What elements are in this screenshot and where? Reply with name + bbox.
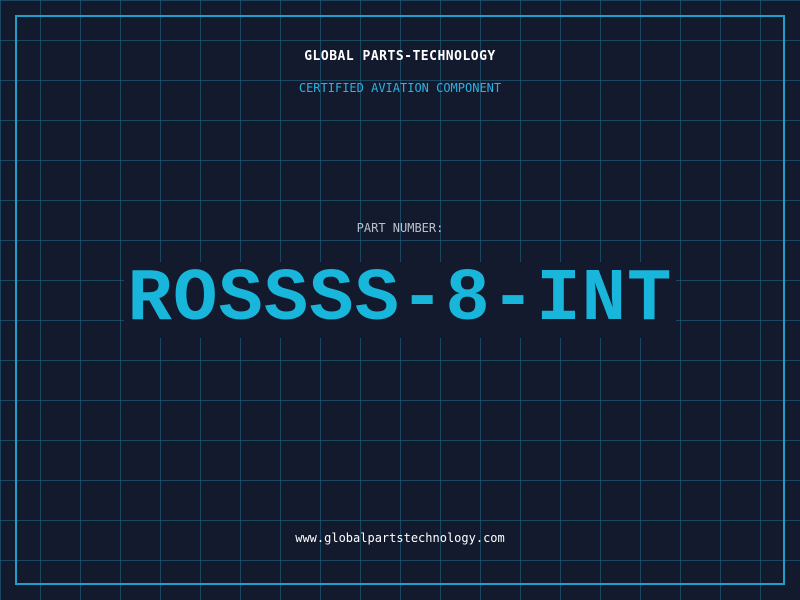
part-number-label: PART NUMBER: xyxy=(356,221,444,235)
website-url: www.globalpartstechnology.com xyxy=(295,531,505,545)
part-number-value: ROSSSS-8-INT xyxy=(123,262,677,338)
certification-subtitle: CERTIFIED AVIATION COMPONENT xyxy=(298,81,502,95)
part-number-container: ROSSSS-8-INT xyxy=(0,262,800,338)
company-name: GLOBAL PARTS-TECHNOLOGY xyxy=(304,49,496,64)
